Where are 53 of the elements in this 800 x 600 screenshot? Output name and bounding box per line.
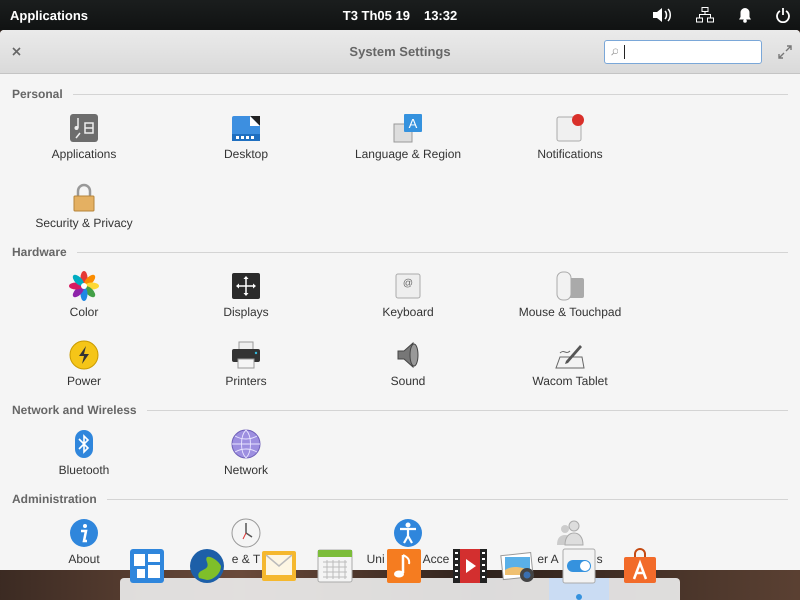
- globe-icon: [230, 428, 262, 460]
- item-label[interactable]: Desktop: [224, 147, 268, 162]
- music-note-icon[interactable]: [386, 548, 422, 584]
- item-label[interactable]: Keyboard: [382, 305, 434, 320]
- shopping-bag-icon[interactable]: [622, 548, 658, 584]
- item-label[interactable]: Wacom Tablet: [532, 374, 608, 389]
- expand-icon[interactable]: [778, 44, 792, 58]
- mouse-touchpad-icon: [554, 270, 586, 302]
- item-label[interactable]: Security & Privacy: [35, 216, 133, 231]
- item-label[interactable]: Notifications: [537, 147, 603, 162]
- section-heading: Administration: [12, 492, 97, 506]
- item-label[interactable]: Bluetooth: [58, 463, 110, 478]
- item-label[interactable]: Applications: [52, 147, 116, 162]
- item-label[interactable]: s: [596, 552, 603, 567]
- power-icon[interactable]: [776, 7, 790, 23]
- item-label[interactable]: Mouse & Touchpad: [518, 305, 622, 320]
- item-label[interactable]: Uni: [366, 552, 385, 567]
- clock-icon: [230, 517, 262, 549]
- section-heading: Personal: [12, 87, 63, 101]
- network-icon[interactable]: [696, 7, 714, 23]
- window-title: System Settings: [349, 44, 451, 59]
- volume-icon[interactable]: [652, 7, 672, 23]
- section-heading: Hardware: [12, 245, 67, 259]
- move-arrows-icon: [230, 270, 262, 302]
- music-note-tile-icon: [68, 112, 100, 144]
- window-tiles-icon[interactable]: [129, 548, 165, 584]
- item-label[interactable]: Printers: [225, 374, 267, 389]
- film-play-icon[interactable]: [452, 548, 488, 584]
- item-label[interactable]: er A: [537, 552, 559, 567]
- color-flower-icon: [68, 270, 100, 302]
- item-label[interactable]: Color: [70, 305, 98, 320]
- toggle-switch-icon[interactable]: [561, 548, 597, 584]
- notification-badge-icon: [554, 112, 586, 144]
- lightning-bolt-icon: [68, 339, 100, 371]
- item-label[interactable]: Sound: [390, 374, 426, 389]
- item-label[interactable]: About: [68, 552, 100, 567]
- item-label[interactable]: e & T: [232, 552, 260, 567]
- item-label[interactable]: Language & Region: [354, 147, 462, 162]
- close-icon[interactable]: [12, 47, 21, 56]
- accessibility-person-icon: [392, 517, 424, 549]
- section-heading: Network and Wireless: [12, 403, 137, 417]
- panel-time: 13:32: [424, 8, 458, 22]
- search-field[interactable]: [604, 40, 762, 64]
- notification-bell-icon[interactable]: [738, 7, 752, 23]
- applications-menu[interactable]: Applications: [10, 8, 88, 22]
- item-label[interactable]: Acce: [422, 552, 450, 567]
- item-label[interactable]: Power: [66, 374, 101, 389]
- info-icon: [68, 517, 100, 549]
- item-label[interactable]: Displays: [223, 305, 269, 320]
- panel-date: T3 Th05 19: [342, 8, 410, 22]
- printer-icon: [230, 339, 262, 371]
- globe-icon[interactable]: [189, 548, 225, 584]
- item-label[interactable]: Network: [224, 463, 268, 478]
